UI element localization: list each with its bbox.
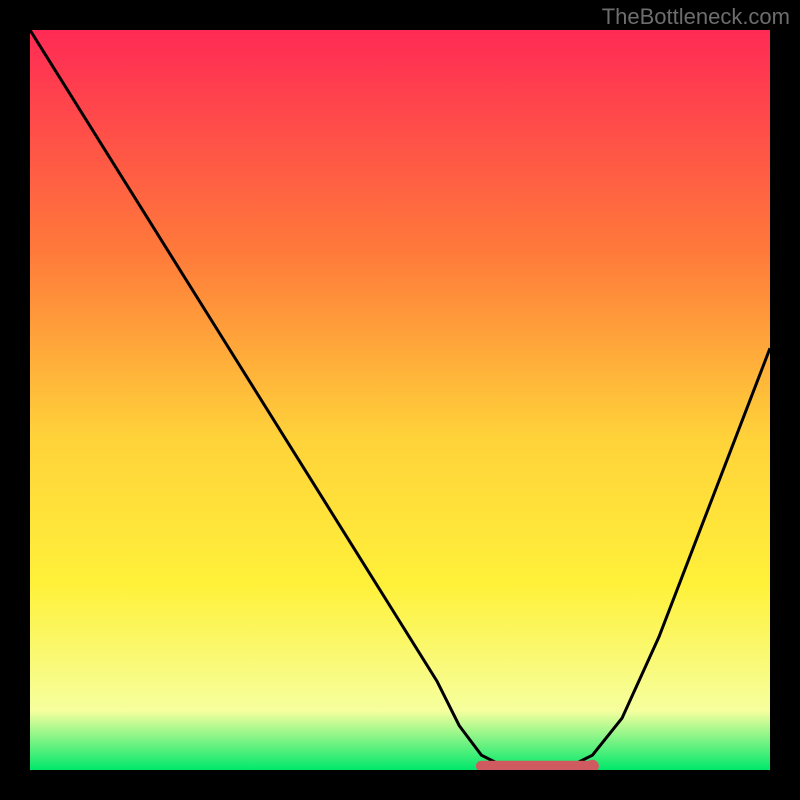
chart-curve-layer [30, 30, 770, 770]
plot-area [30, 30, 770, 770]
chart-container: TheBottleneck.com [0, 0, 800, 800]
bottleneck-curve [30, 30, 770, 770]
watermark-text: TheBottleneck.com [602, 4, 790, 30]
